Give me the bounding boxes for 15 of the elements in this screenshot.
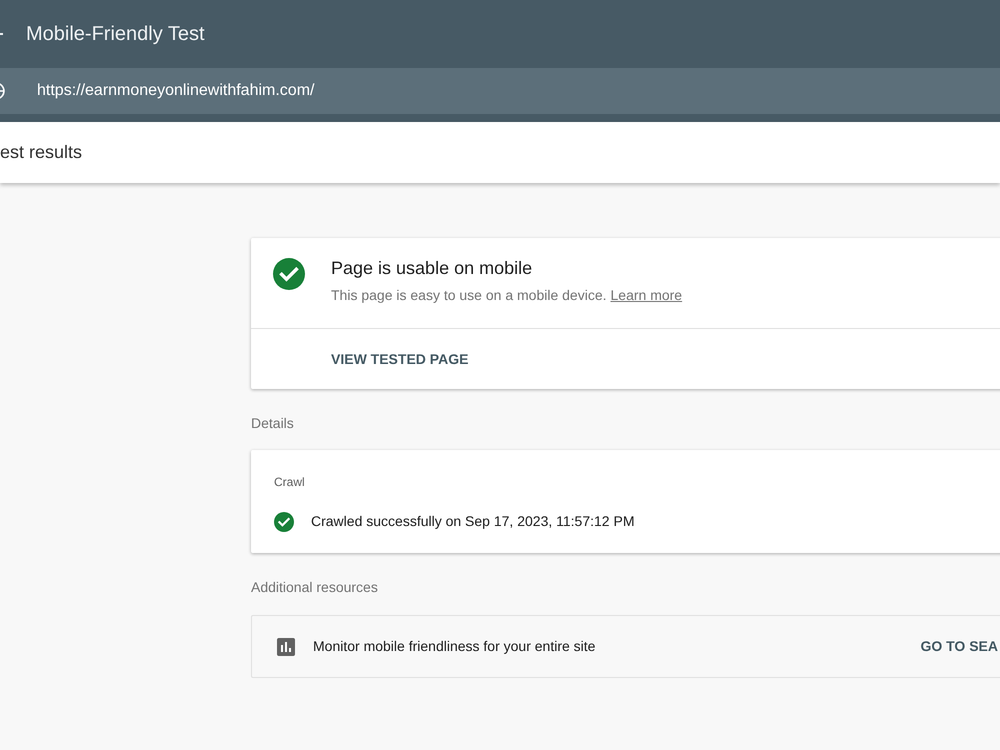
- bar-chart-icon: [277, 638, 295, 656]
- verdict-title: Page is usable on mobile: [331, 257, 532, 279]
- learn-more-link[interactable]: Learn more: [610, 285, 682, 306]
- resources-heading: Additional resources: [251, 578, 378, 597]
- details-heading: Details: [251, 414, 294, 433]
- page-title: Mobile-Friendly Test: [26, 22, 205, 47]
- resource-text: Monitor mobile friendliness for your entire site: [313, 637, 596, 656]
- go-to-search-console-button[interactable]: GO TO SEA: [912, 630, 1000, 663]
- url-text: https://earnmoneyonlinewithfahim.com/: [37, 81, 314, 101]
- section-title: Crawl: [274, 474, 305, 491]
- view-tested-page-button[interactable]: VIEW TESTED PAGE: [323, 342, 476, 376]
- crawl-status-text: Crawled successfully on Sep 17, 2023, 11:57:12 PM: [311, 512, 634, 531]
- results-title: est results: [0, 141, 82, 164]
- verdict-description: This page is easy to use on a mobile device.: [331, 286, 606, 305]
- url-field[interactable]: https://earnmoneyonlinewithfahim.com/: [0, 68, 1000, 114]
